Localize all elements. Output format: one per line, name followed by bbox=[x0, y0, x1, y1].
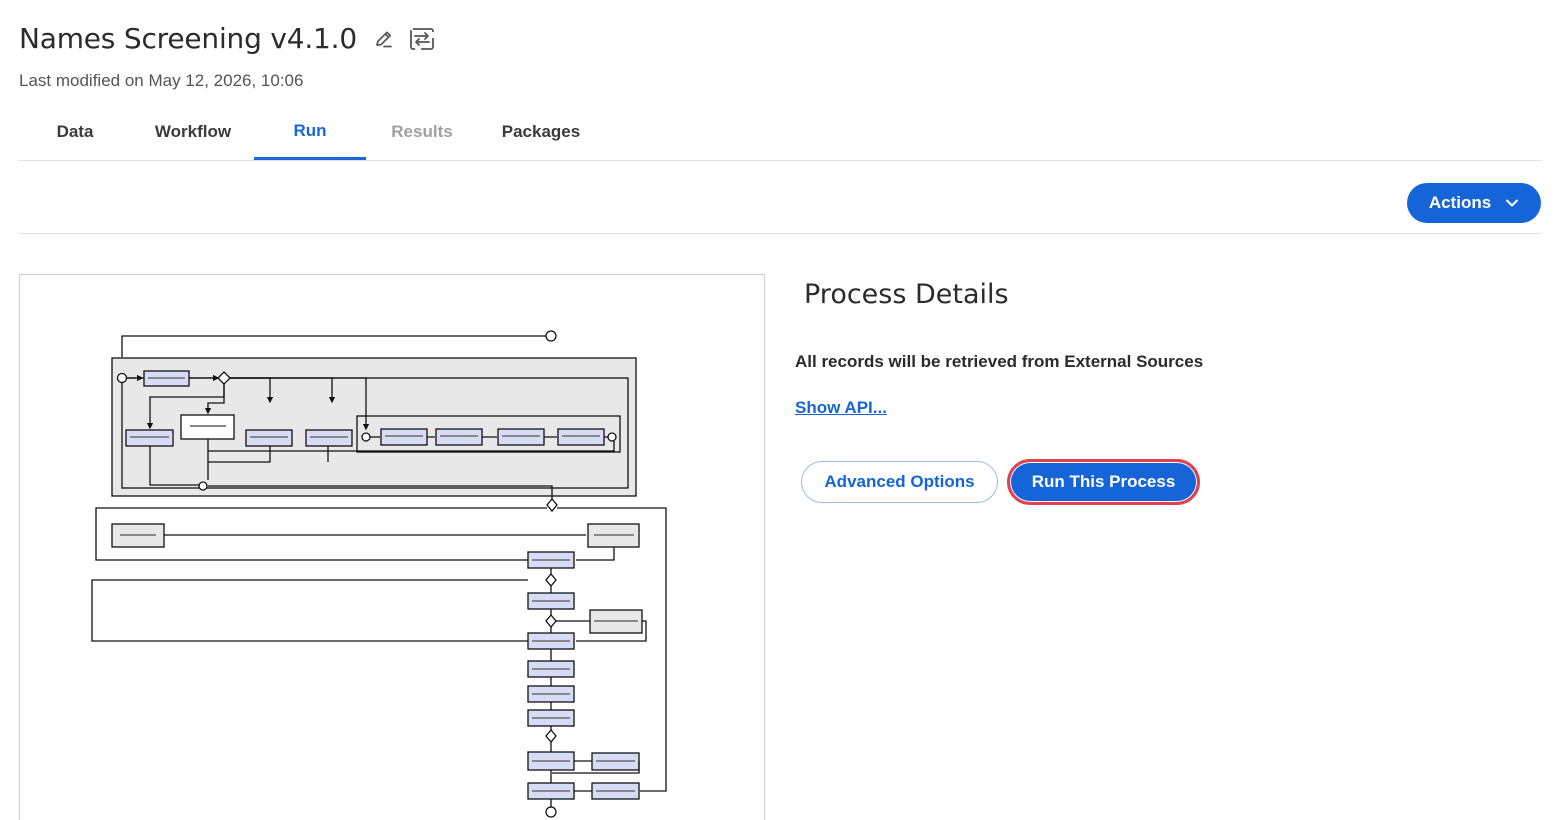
show-api-link[interactable]: Show API... bbox=[795, 398, 887, 418]
actions-label: Actions bbox=[1428, 193, 1492, 212]
chevron-down-icon bbox=[1506, 199, 1519, 207]
tab-results[interactable]: Results bbox=[366, 104, 478, 160]
pencil-icon[interactable] bbox=[371, 26, 397, 52]
actions-button[interactable]: Actions bbox=[1407, 183, 1541, 223]
swap-arrows-icon[interactable] bbox=[409, 26, 435, 52]
tab-bar: Data Workflow Run Results Packages bbox=[19, 104, 1541, 161]
last-modified-text: Last modified on May 12, 2026, 10:06 bbox=[19, 71, 304, 90]
workflow-diagram[interactable] bbox=[20, 275, 765, 820]
run-process-button[interactable]: Run This Process bbox=[1007, 459, 1200, 505]
tab-workflow[interactable]: Workflow bbox=[131, 104, 255, 160]
header: Names Screening v4.1.0 bbox=[19, 22, 435, 55]
advanced-options-button[interactable]: Advanced Options bbox=[801, 461, 998, 503]
workflow-diagram-panel[interactable] bbox=[19, 274, 765, 820]
tab-data[interactable]: Data bbox=[19, 104, 131, 160]
page-title: Names Screening v4.1.0 bbox=[19, 22, 357, 55]
toolbar: Actions bbox=[19, 161, 1541, 234]
tab-packages[interactable]: Packages bbox=[479, 104, 603, 160]
tab-run[interactable]: Run bbox=[254, 104, 366, 160]
process-details-title: Process Details bbox=[804, 279, 1009, 310]
records-source-text: All records will be retrieved from Exter… bbox=[795, 352, 1204, 371]
